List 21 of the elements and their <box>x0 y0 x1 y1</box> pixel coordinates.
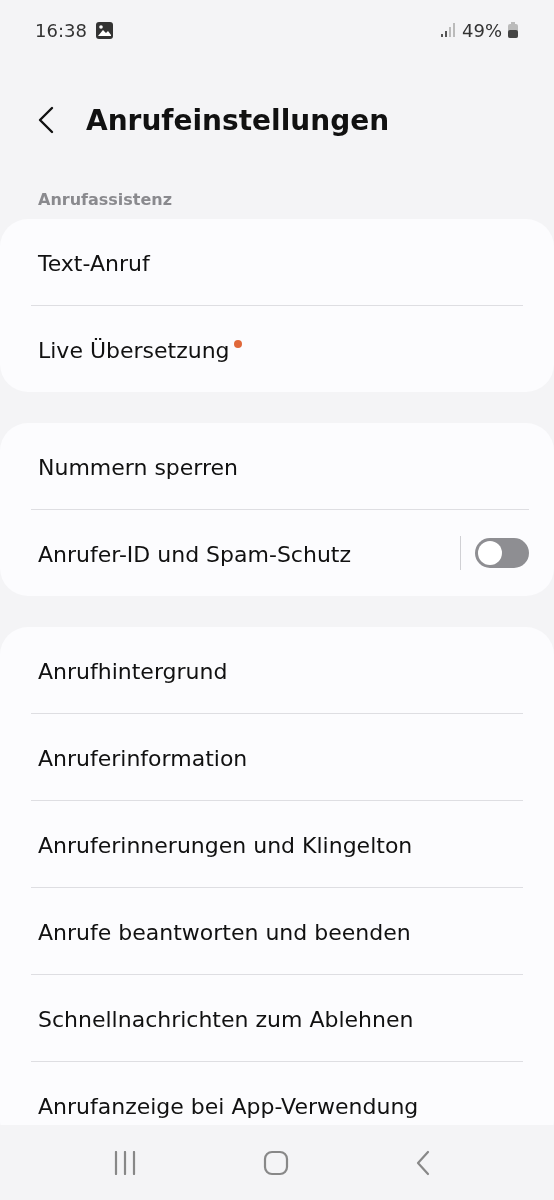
home-icon[interactable] <box>263 1149 289 1176</box>
settings-item[interactable]: Anrufhintergrund <box>31 627 523 713</box>
settings-item[interactable]: Anrufer-ID und Spam-Schutz <box>31 509 529 596</box>
back-icon[interactable] <box>415 1149 431 1176</box>
settings-item[interactable]: Anruferinformation <box>31 713 523 800</box>
battery-percent: 49% <box>462 19 502 41</box>
section-label: Anrufassistenz <box>37 189 174 211</box>
signal-icon <box>440 23 456 37</box>
settings-item[interactable]: Text-Anruf <box>31 219 523 305</box>
page-title: Anrufeinstellungen <box>86 103 390 137</box>
settings-item[interactable]: Anrufanzeige bei App-Verwendung <box>31 1061 523 1125</box>
settings-item[interactable]: Anrufe beantworten und beenden <box>31 887 523 974</box>
settings-item[interactable]: Live Übersetzung <box>31 305 523 392</box>
settings-item[interactable]: Nummern sperren <box>31 423 523 509</box>
image-icon <box>95 21 113 39</box>
settings-item[interactable]: Schnellnachrichten zum Ablehnen <box>31 974 523 1061</box>
toggle-switch[interactable] <box>475 538 529 568</box>
recent-apps-icon[interactable] <box>113 1150 137 1175</box>
settings-item[interactable]: Anruferinnerungen und Klingelton <box>31 800 523 887</box>
battery-icon <box>508 22 518 38</box>
clock: 16:38 <box>35 19 87 41</box>
